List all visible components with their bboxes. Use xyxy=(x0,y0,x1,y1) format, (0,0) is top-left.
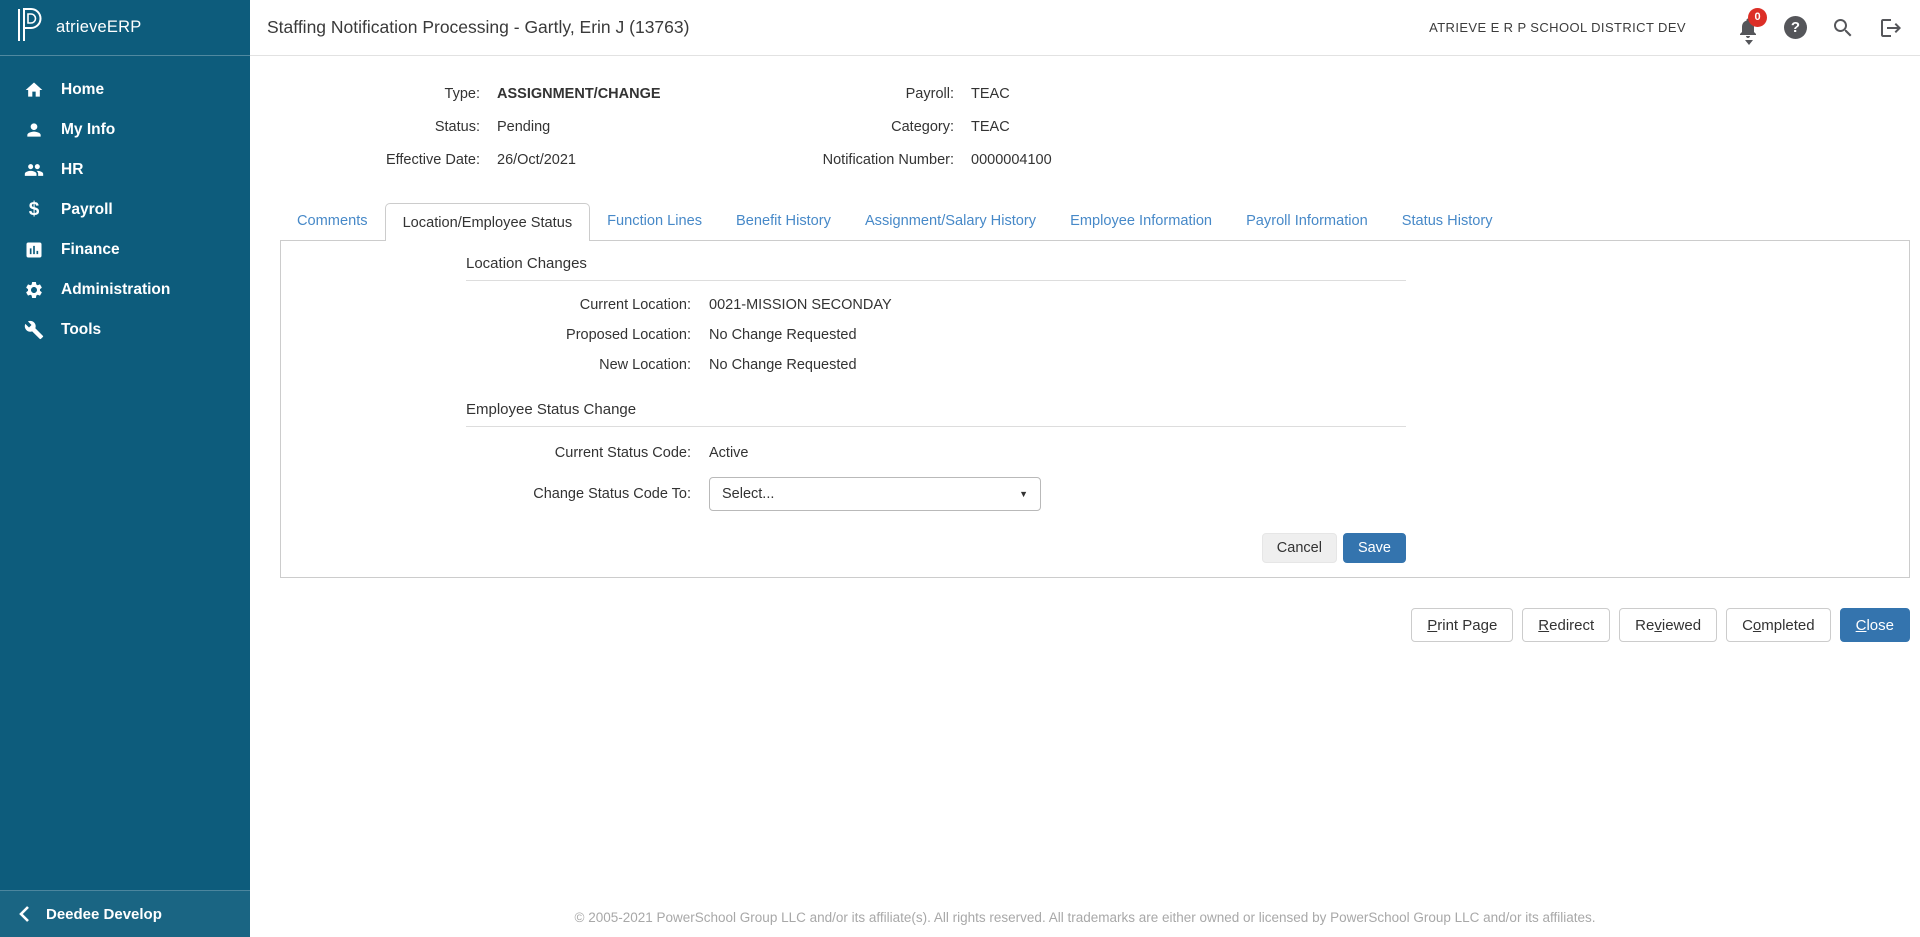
sidebar-item-payroll[interactable]: $ Payroll xyxy=(0,190,250,230)
notification-badge: 0 xyxy=(1748,8,1767,27)
user-profile-label: Deedee Develop xyxy=(46,906,162,923)
sidebar-item-my-info[interactable]: My Info xyxy=(0,110,250,150)
search-button[interactable] xyxy=(1831,16,1855,40)
current-location-value: 0021-MISSION SECONDAY xyxy=(709,295,1406,315)
logout-button[interactable] xyxy=(1879,16,1903,40)
payroll-value: TEAC xyxy=(971,84,1920,104)
caret-down-icon xyxy=(1745,40,1753,45)
effective-date-value: 26/Oct/2021 xyxy=(497,150,762,170)
save-button[interactable]: Save xyxy=(1343,533,1406,563)
users-icon xyxy=(22,160,46,180)
tab-benefit-history[interactable]: Benefit History xyxy=(719,202,848,240)
proposed-location-value: No Change Requested xyxy=(709,325,1406,345)
help-icon: ? xyxy=(1784,16,1807,39)
sidebar-nav: Home My Info HR $ Payroll Finance Admini… xyxy=(0,56,250,350)
notification-summary: Type: ASSIGNMENT/CHANGE Payroll: TEAC St… xyxy=(250,56,1920,170)
copyright-footer: © 2005-2021 PowerSchool Group LLC and/or… xyxy=(250,910,1920,925)
tab-assignment-salary-history[interactable]: Assignment/Salary History xyxy=(848,202,1053,240)
org-name: ATRIEVE E R P SCHOOL DISTRICT DEV xyxy=(1429,20,1686,35)
change-status-code-label: Change Status Code To: xyxy=(466,486,691,502)
home-icon xyxy=(22,80,46,100)
tab-employee-information[interactable]: Employee Information xyxy=(1053,202,1229,240)
employee-status-change-title: Employee Status Change xyxy=(466,401,1406,427)
page-title: Staffing Notification Processing - Gartl… xyxy=(267,17,689,38)
brand: atrieveERP xyxy=(0,0,250,56)
chevron-left-icon xyxy=(18,905,32,923)
effective-date-label: Effective Date: xyxy=(250,150,480,170)
powerschool-logo-icon xyxy=(14,6,44,49)
sidebar-item-hr[interactable]: HR xyxy=(0,150,250,190)
user-icon xyxy=(22,120,46,140)
sidebar-collapse-toggle[interactable]: Deedee Develop xyxy=(0,890,250,937)
new-location-label: New Location: xyxy=(466,355,691,375)
tab-payroll-information[interactable]: Payroll Information xyxy=(1229,202,1385,240)
status-label: Status: xyxy=(250,117,480,137)
tools-icon xyxy=(22,320,46,340)
change-status-row: Change Status Code To: Select... ▼ xyxy=(466,477,1406,511)
category-value: TEAC xyxy=(971,117,1920,137)
location-changes-rows: Current Location: 0021-MISSION SECONDAY … xyxy=(466,295,1406,375)
notification-number-label: Notification Number: xyxy=(779,150,954,170)
current-status-row: Current Status Code: Active xyxy=(466,443,1406,463)
logout-icon xyxy=(1879,16,1903,40)
gear-icon xyxy=(22,280,46,300)
print-page-button[interactable]: Print Page xyxy=(1411,608,1513,642)
brand-label: atrieveERP xyxy=(56,18,141,37)
help-button[interactable]: ? xyxy=(1784,16,1807,39)
type-value: ASSIGNMENT/CHANGE xyxy=(497,84,762,104)
location-changes-title: Location Changes xyxy=(466,255,1406,281)
main-area: Staffing Notification Processing - Gartl… xyxy=(250,0,1920,937)
sidebar-item-administration[interactable]: Administration xyxy=(0,270,250,310)
sidebar-item-finance[interactable]: Finance xyxy=(0,230,250,270)
completed-button[interactable]: Completed xyxy=(1726,608,1831,642)
bar-chart-icon xyxy=(22,240,46,260)
search-icon xyxy=(1831,16,1855,40)
current-status-code-label: Current Status Code: xyxy=(466,443,691,463)
sidebar-item-tools[interactable]: Tools xyxy=(0,310,250,350)
app-window: atrieveERP Home My Info HR $ Payroll Fin… xyxy=(0,0,1920,937)
current-location-label: Current Location: xyxy=(466,295,691,315)
tab-function-lines[interactable]: Function Lines xyxy=(590,202,719,240)
tab-comments[interactable]: Comments xyxy=(280,202,385,240)
type-label: Type: xyxy=(250,84,480,104)
current-status-code-value: Active xyxy=(709,443,1406,463)
proposed-location-label: Proposed Location: xyxy=(466,325,691,345)
sidebar-item-home[interactable]: Home xyxy=(0,70,250,110)
topbar: Staffing Notification Processing - Gartl… xyxy=(250,0,1920,56)
notifications-button[interactable]: 0 xyxy=(1736,16,1760,40)
tabstrip: Comments Location/Employee Status Functi… xyxy=(280,202,1910,240)
close-button[interactable]: Close xyxy=(1840,608,1910,642)
reviewed-button[interactable]: Reviewed xyxy=(1619,608,1717,642)
change-status-select[interactable]: Select... ▼ xyxy=(709,477,1041,511)
chevron-down-icon: ▼ xyxy=(1019,489,1028,499)
notification-number-value: 0000004100 xyxy=(971,150,1920,170)
cancel-button[interactable]: Cancel xyxy=(1262,533,1337,563)
new-location-value: No Change Requested xyxy=(709,355,1406,375)
tab-location-employee-status[interactable]: Location/Employee Status xyxy=(385,203,591,241)
action-buttons: Print Page Redirect Reviewed Completed C… xyxy=(250,608,1910,642)
tab-panel: Location Changes Current Location: 0021-… xyxy=(280,240,1910,578)
category-label: Category: xyxy=(779,117,954,137)
change-status-select-value: Select... xyxy=(722,486,774,502)
status-value: Pending xyxy=(497,117,762,137)
tab-status-history[interactable]: Status History xyxy=(1385,202,1510,240)
redirect-button[interactable]: Redirect xyxy=(1522,608,1610,642)
dollar-icon: $ xyxy=(22,200,46,220)
payroll-label: Payroll: xyxy=(779,84,954,104)
panel-buttons: Cancel Save xyxy=(466,533,1406,563)
sidebar: atrieveERP Home My Info HR $ Payroll Fin… xyxy=(0,0,250,937)
